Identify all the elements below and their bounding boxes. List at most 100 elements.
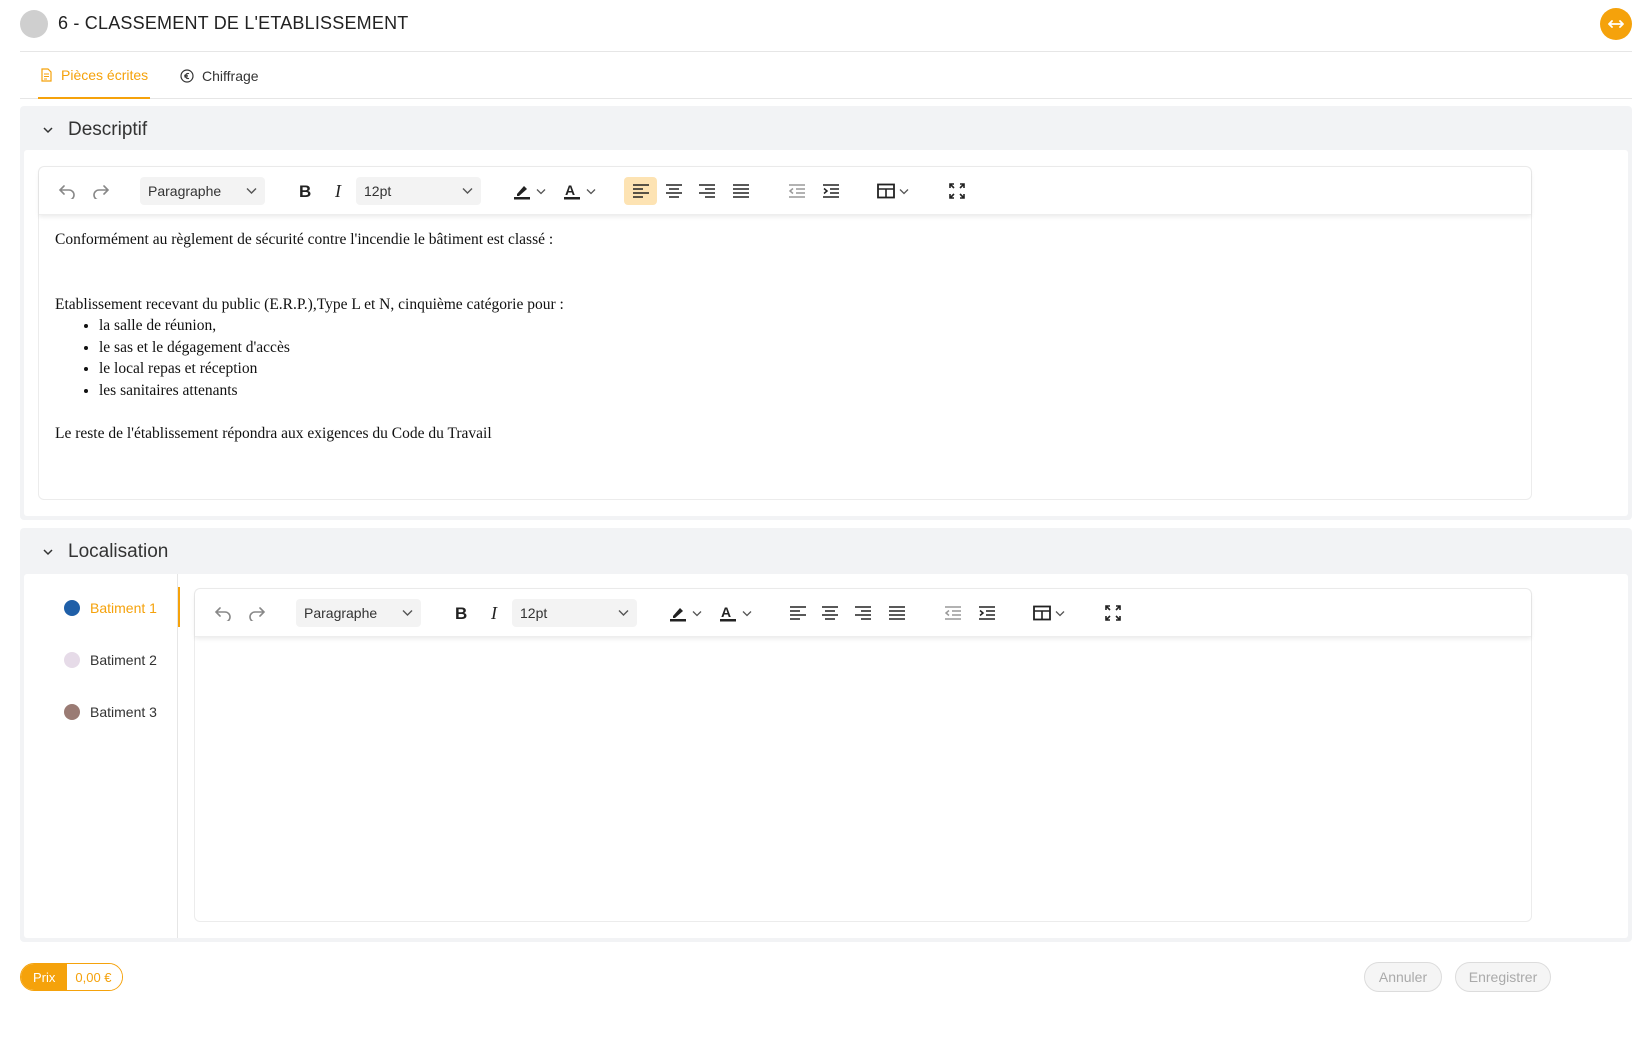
font-size-select[interactable]: 12pt — [356, 177, 481, 205]
font-size-value: 12pt — [364, 183, 392, 199]
save-button[interactable]: Enregistrer — [1455, 962, 1551, 992]
paragraph: Etablissement recevant du public (E.R.P.… — [55, 295, 564, 313]
panel-title: Localisation — [68, 541, 169, 562]
undo-icon — [58, 185, 75, 199]
font-size-value: 12pt — [520, 605, 548, 621]
svg-text:I: I — [334, 183, 342, 199]
highlight-color-button[interactable] — [507, 177, 551, 205]
block-format-value: Paragraphe — [148, 183, 222, 199]
text-color-button[interactable]: A — [713, 599, 757, 627]
align-left-button[interactable] — [784, 599, 812, 627]
page-title: 6 - CLASSEMENT DE L'ETABLISSEMENT — [58, 13, 409, 33]
table-button[interactable] — [873, 177, 913, 205]
empty-paragraph — [55, 401, 1515, 423]
undo-button[interactable] — [53, 177, 81, 205]
chevron-down-icon — [899, 188, 909, 194]
indent-button[interactable] — [973, 599, 1001, 627]
block-format-select[interactable]: Paragraphe — [140, 177, 265, 205]
highlighter-icon — [514, 186, 530, 200]
align-right-icon — [699, 184, 715, 198]
italic-button[interactable]: I — [325, 177, 353, 205]
bold-button[interactable]: B — [291, 177, 319, 205]
chevron-down-icon — [586, 188, 596, 194]
list-item: le sas et le dégagement d'accès — [99, 337, 1515, 359]
align-center-icon — [822, 606, 838, 620]
undo-button[interactable] — [209, 599, 237, 627]
tab-bar: Pièces écrites Chiffrage — [20, 52, 1632, 99]
chevron-down-icon — [402, 610, 413, 616]
table-button[interactable] — [1029, 599, 1069, 627]
table-icon — [1033, 605, 1051, 621]
redo-button[interactable] — [87, 177, 115, 205]
price-badge: Prix 0,00 € — [20, 963, 123, 991]
list-item: la salle de réunion, — [99, 315, 1515, 337]
descriptif-panel: Descriptif Paragraphe B I 12pt A Conform… — [20, 106, 1632, 520]
localisation-header[interactable]: Localisation — [20, 528, 1632, 576]
tab-label: Pièces écrites — [61, 66, 149, 83]
align-justify-button[interactable] — [883, 599, 911, 627]
align-center-button[interactable] — [660, 177, 688, 205]
align-center-button[interactable] — [816, 599, 844, 627]
chevron-down-icon — [618, 610, 629, 616]
cancel-button[interactable]: Annuler — [1364, 962, 1442, 992]
localisation-panel: Localisation Batiment 1 Batiment 2 Batim… — [20, 528, 1632, 942]
chevron-down-icon — [742, 610, 752, 616]
align-left-icon — [632, 184, 649, 198]
batiment-label: Batiment 2 — [90, 652, 157, 668]
indent-button[interactable] — [817, 177, 845, 205]
empty-paragraph — [55, 272, 1515, 294]
align-left-button[interactable] — [624, 177, 657, 205]
outdent-button[interactable] — [939, 599, 967, 627]
tab-chiffrage[interactable]: Chiffrage — [178, 52, 261, 99]
italic-button[interactable]: I — [481, 599, 509, 627]
block-format-select[interactable]: Paragraphe — [296, 599, 421, 627]
outdent-icon — [789, 184, 805, 198]
align-right-button[interactable] — [693, 177, 721, 205]
descriptif-content[interactable]: Conformément au règlement de sécurité co… — [55, 229, 1515, 444]
localisation-body: Batiment 1 Batiment 2 Batiment 3 Paragra… — [24, 574, 1628, 938]
batiment-item-3[interactable]: Batiment 3 — [64, 697, 178, 727]
fullscreen-icon — [949, 183, 965, 199]
euro-circle-icon — [180, 68, 194, 83]
italic-icon: I — [490, 605, 498, 621]
descriptif-body: Paragraphe B I 12pt A Conformément au rè… — [24, 150, 1628, 516]
editor-toolbar: Paragraphe B I 12pt A — [195, 589, 1531, 637]
align-right-button[interactable] — [849, 599, 877, 627]
chevron-down-icon — [246, 188, 257, 194]
chevron-down-icon — [692, 610, 702, 616]
localisation-editor[interactable]: Paragraphe B I 12pt A — [194, 588, 1532, 922]
redo-button[interactable] — [243, 599, 271, 627]
font-size-select[interactable]: 12pt — [512, 599, 637, 627]
fullscreen-button[interactable] — [1099, 599, 1127, 627]
horizontal-arrows-icon — [1608, 20, 1624, 28]
list-item: le local repas et réception — [99, 358, 1515, 380]
paragraph: Conformément au règlement de sécurité co… — [55, 231, 554, 248]
chevron-down-icon — [43, 549, 53, 556]
align-justify-button[interactable] — [727, 177, 755, 205]
batiment-item-1[interactable]: Batiment 1 — [64, 587, 180, 627]
price-label: Prix — [21, 964, 68, 990]
outdent-icon — [945, 606, 961, 620]
text-color-icon: A — [720, 604, 736, 622]
descriptif-editor[interactable]: Paragraphe B I 12pt A Conformément au rè… — [38, 166, 1532, 500]
italic-icon: I — [334, 183, 342, 199]
highlight-color-button[interactable] — [663, 599, 707, 627]
expand-button[interactable] — [1600, 8, 1632, 40]
svg-text:I: I — [490, 605, 498, 621]
fullscreen-icon — [1105, 605, 1121, 621]
paragraph: Le reste de l'établissement répondra aux… — [55, 424, 492, 442]
document-icon — [41, 67, 52, 82]
redo-icon — [249, 607, 266, 621]
panel-title: Descriptif — [68, 119, 148, 140]
fullscreen-button[interactable] — [943, 177, 971, 205]
batiment-item-2[interactable]: Batiment 2 — [64, 645, 178, 675]
text-color-button[interactable]: A — [557, 177, 601, 205]
bold-button[interactable]: B — [447, 599, 475, 627]
chevron-down-icon — [1055, 610, 1065, 616]
align-justify-icon — [733, 184, 749, 198]
localisation-content[interactable] — [211, 651, 1515, 911]
descriptif-header[interactable]: Descriptif — [20, 106, 1632, 154]
tab-pieces-ecrites[interactable]: Pièces écrites — [38, 52, 151, 99]
price-value: 0,00 € — [67, 964, 122, 990]
outdent-button[interactable] — [783, 177, 811, 205]
